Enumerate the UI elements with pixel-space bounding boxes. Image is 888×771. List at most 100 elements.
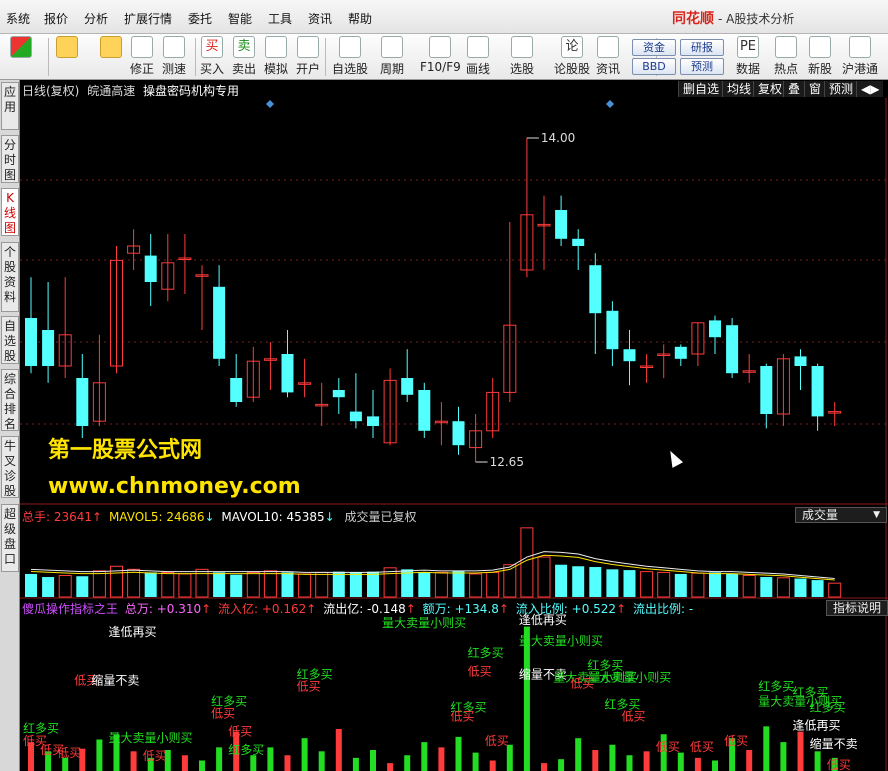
volume-bar — [25, 573, 37, 597]
indicator-bar — [404, 755, 411, 771]
toolbar-label: 模拟 — [264, 62, 289, 76]
pill-bbd-button[interactable]: BBD — [632, 58, 676, 75]
volume-bar — [709, 572, 721, 597]
up-arrow-icon: ↑ — [201, 602, 212, 616]
volume-bar — [127, 568, 141, 598]
indicator-bar — [575, 738, 582, 771]
sidebar-tab-2[interactable]: K线图 — [1, 188, 19, 236]
menu-analysis[interactable]: 分析 — [84, 10, 108, 27]
up-arrow-icon: ↑ — [405, 602, 416, 616]
signal-label: 量大卖量小则买 — [109, 731, 193, 745]
menu-tools[interactable]: 工具 — [268, 10, 292, 27]
indicator-bar — [130, 751, 137, 771]
toolbar-hot-button[interactable]: 热点 — [774, 36, 798, 78]
toolbar-updown-arrow-button[interactable] — [100, 36, 122, 78]
volume-total: 总手: 23641 — [22, 510, 93, 524]
toolbar-forum-button[interactable]: 论论股股 — [554, 36, 590, 78]
toolbar-label: 修正 — [130, 62, 155, 76]
candle-down — [760, 366, 773, 414]
indicator-bar — [541, 763, 547, 771]
signal-label: 低买 — [656, 740, 680, 754]
signal-label: 低买 — [297, 679, 321, 693]
indicator-bar — [797, 731, 804, 771]
volume-bar — [332, 571, 345, 597]
volume-up-arrow-icon: ↑ — [92, 510, 103, 524]
toolbar-newstock-button[interactable]: 新股 — [808, 36, 832, 78]
sidebar-tab-5[interactable]: 综合排名 — [1, 369, 19, 431]
toolbar-hk-button[interactable]: 沪港通 — [842, 36, 878, 78]
toolbar-news-button[interactable]: 资讯 — [596, 36, 620, 78]
volume-bar — [572, 566, 585, 597]
volume-down-arrow-icon: ↓ — [324, 510, 335, 524]
toolbar-draw-button[interactable]: 画线 — [466, 36, 490, 78]
sidebar-tab-0[interactable]: 应用 — [1, 82, 19, 130]
toolbar-speed-button[interactable]: 测速 — [162, 36, 186, 78]
menu-entrust[interactable]: 委托 — [188, 10, 212, 27]
toolbar-label: 沪港通 — [842, 62, 879, 76]
signal-label: 低买 — [622, 710, 646, 724]
indicator-explain-button[interactable]: 指标说明 — [826, 600, 888, 616]
brand-logo: 同花顺 — [672, 11, 714, 27]
toolbar-back-arrow-button[interactable] — [56, 36, 78, 78]
sidebar-tab-6[interactable]: 牛叉诊股 — [1, 436, 19, 498]
menu-news[interactable]: 资讯 — [308, 10, 332, 27]
indicator-bar — [438, 747, 445, 771]
candle-down — [281, 354, 294, 393]
sidebar-tab-1[interactable]: 分时图 — [1, 135, 19, 183]
toolbar-period-button[interactable]: 周期 — [380, 36, 404, 78]
indicator-bar — [592, 749, 599, 771]
toolbar-data-button[interactable]: PE 数据 — [736, 36, 760, 78]
signal-label: 低买 — [57, 746, 81, 760]
toolbar-correct-button[interactable]: 修正 — [130, 36, 154, 78]
volume-bar — [144, 572, 157, 597]
sidebar-tab-4[interactable]: 自选股 — [1, 316, 19, 364]
pill-forecast-button[interactable]: 预测 — [680, 58, 724, 75]
indicator-name[interactable]: 傻瓜操作指标之王 — [22, 602, 118, 616]
sidebar-tab-3[interactable]: 个股资料 — [1, 242, 19, 312]
indicator-bar — [523, 626, 530, 771]
menu-help[interactable]: 帮助 — [348, 10, 372, 27]
sidebar-tab-7[interactable]: 超级盘口 — [1, 504, 19, 572]
toolbar-simulate-button[interactable]: 模拟 — [264, 36, 288, 78]
toolbar-lock-button[interactable]: 开户 — [296, 36, 320, 78]
newstock-icon — [809, 36, 831, 58]
toolbar-watchlist-button[interactable]: 自选股 — [332, 36, 368, 78]
toolbar-f10-button[interactable]: F10/F9 — [420, 36, 461, 78]
indicator-bar — [763, 726, 770, 771]
volume-selector[interactable]: 成交量 ▼ — [795, 507, 887, 523]
toolbar-panel-button[interactable] — [10, 36, 32, 78]
pill-fund-button[interactable]: 资金 — [632, 39, 676, 56]
toolbar-label: F10/F9 — [420, 60, 461, 74]
candle-down — [401, 378, 414, 395]
menu-system[interactable]: 系统 — [6, 10, 30, 27]
indicator-bar — [387, 763, 394, 771]
toolbar-buy-button[interactable]: 买买入 — [200, 36, 224, 78]
candle-down — [726, 325, 739, 374]
chevron-down-icon: ▼ — [873, 510, 880, 520]
signal-label: 量大卖量小则买 — [382, 616, 466, 630]
left-sidebar: 应用分时图 K线图个股资料自选股综合排名牛叉诊股超级盘口 — [0, 80, 20, 771]
candle-down — [623, 349, 636, 362]
draw-icon — [467, 36, 489, 58]
signal-label: 量大卖量小则买 — [587, 670, 671, 684]
indicator-bar — [199, 760, 205, 771]
kline-chart[interactable]: 14.0012.65红多买低买低买低买低买缩量不卖量大卖量小则买逢低再买低买红多… — [20, 80, 888, 771]
indicator-bar — [216, 747, 223, 771]
toolbar-sell-button[interactable]: 卖卖出 — [232, 36, 256, 78]
brand-subtitle: - A股技术分析 — [718, 12, 795, 26]
signal-label: 缩量不卖 — [91, 672, 139, 687]
indicator-bar — [746, 749, 753, 771]
low-price-label: 12.65 — [490, 455, 524, 469]
volume-bar — [452, 570, 465, 597]
candle-down — [452, 421, 465, 446]
menu-extended-market[interactable]: 扩展行情 — [124, 10, 172, 27]
toolbar-select-stock-button[interactable]: 选股 — [510, 36, 534, 78]
signal-label: 低买 — [211, 707, 235, 721]
signal-label: 低买 — [485, 734, 509, 748]
watermark-title: 第一股票公式网 — [48, 438, 203, 463]
menu-quotes[interactable]: 报价 — [44, 10, 68, 27]
pill-research-button[interactable]: 研报 — [680, 39, 724, 56]
volume-bar — [555, 564, 568, 597]
menu-smart[interactable]: 智能 — [228, 10, 252, 27]
signal-label: 低买 — [451, 710, 475, 724]
